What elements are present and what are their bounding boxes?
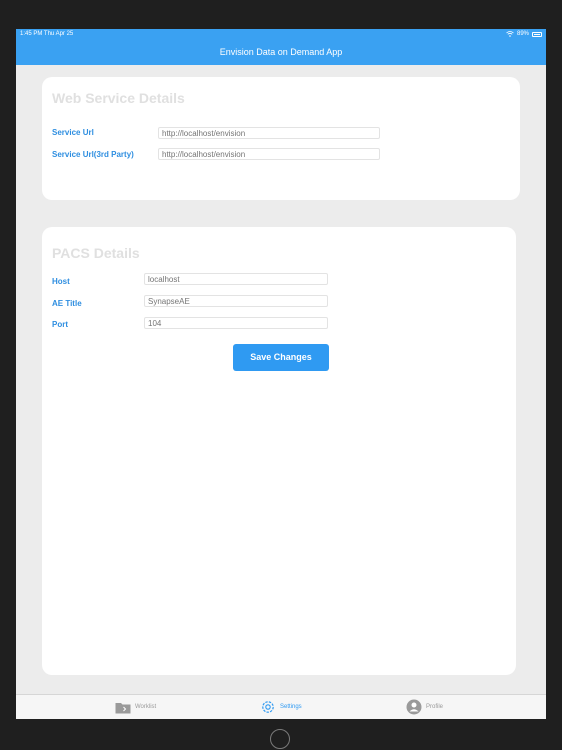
app-title: Envision Data on Demand App — [219, 47, 343, 57]
tab-settings[interactable]: Settings — [260, 699, 302, 715]
folder-icon — [115, 702, 131, 713]
battery-icon — [532, 31, 542, 37]
ae-title-label: AE Title — [52, 299, 82, 308]
tab-settings-label: Settings — [280, 704, 302, 710]
tab-worklist[interactable]: Worklist — [115, 699, 156, 715]
nav-bar: Envision Data on Demand App — [16, 39, 546, 65]
service-url-3rd-label: Service Url(3rd Party) — [52, 150, 134, 159]
ae-title-input[interactable] — [144, 295, 328, 307]
service-url-label: Service Url — [52, 128, 94, 137]
tab-profile[interactable]: Profile — [406, 699, 443, 715]
gear-icon — [262, 701, 274, 713]
service-url-3rd-input[interactable] — [158, 148, 380, 160]
service-url-input[interactable] — [158, 127, 380, 139]
port-label: Port — [52, 320, 68, 329]
save-changes-button[interactable]: Save Changes — [233, 344, 329, 371]
tab-profile-label: Profile — [426, 704, 444, 710]
pacs-card: PACS Details Host AE Title Port Save Cha… — [42, 227, 516, 675]
home-button[interactable] — [270, 729, 290, 749]
web-service-title: Web Service Details — [52, 90, 185, 106]
app-screen: 1:45 PM Thu Apr 25 89% Envision Data on … — [16, 29, 546, 719]
wifi-icon — [506, 31, 514, 37]
person-icon — [406, 699, 422, 715]
pacs-title: PACS Details — [52, 245, 140, 261]
tab-worklist-label: Worklist — [135, 704, 157, 710]
tab-bar: Worklist Settings Profile — [16, 694, 546, 719]
port-input[interactable] — [144, 317, 328, 329]
status-bar: 1:45 PM Thu Apr 25 89% — [16, 29, 546, 39]
status-time: 1:45 PM Thu Apr 25 — [20, 31, 74, 37]
host-input[interactable] — [144, 273, 328, 285]
battery-percent: 89% — [516, 31, 529, 37]
host-label: Host — [52, 277, 70, 286]
web-service-card: Web Service Details Service Url Service … — [42, 77, 520, 200]
